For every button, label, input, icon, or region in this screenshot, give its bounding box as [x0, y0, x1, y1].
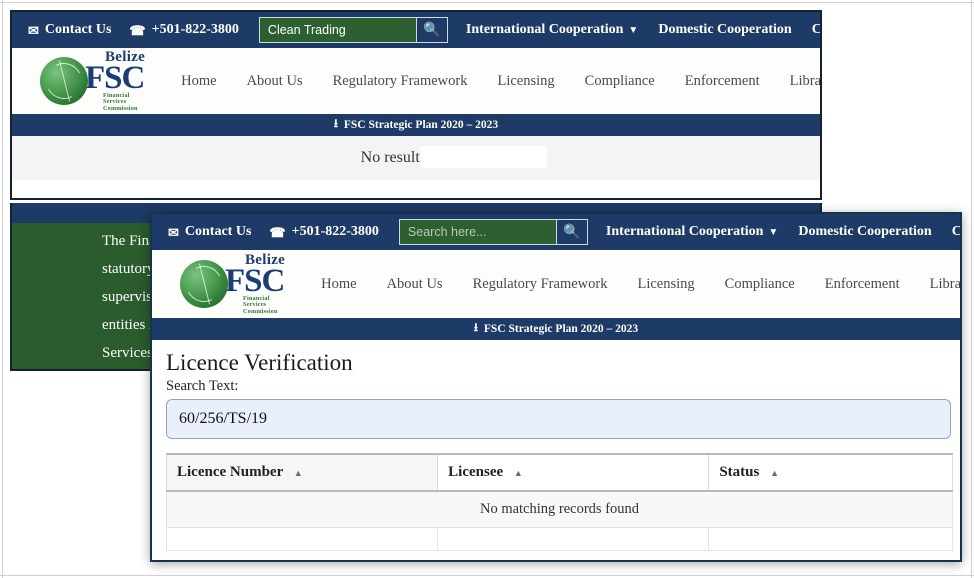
- bg-contact-us-label: Contact Us: [44, 22, 112, 37]
- modal-mainnav-enforcement[interactable]: Enforcement: [825, 276, 900, 293]
- bg-mainnav-enforcement[interactable]: Enforcement: [685, 73, 760, 90]
- bg-nav-career[interactable]: Career: [812, 22, 820, 38]
- page-frame-bottom: [0, 575, 974, 576]
- bg-phone-label: +501-822-3800: [151, 22, 239, 37]
- bg-top-nav: International Cooperation ▼ Domestic Coo…: [466, 22, 820, 38]
- phone-icon: ☎: [129, 22, 146, 38]
- licence-verification-window[interactable]: ✉ Contact Us ☎ +501-822-3800 🔍 Internati…: [150, 212, 962, 562]
- modal-main-nav: Home About Us Regulatory Framework Licen…: [321, 276, 960, 293]
- bg-logo-tagline: Financial Services Commission: [103, 92, 138, 112]
- bg-header-row: Belize FSC Financial Services Commission…: [12, 48, 820, 114]
- chevron-down-icon: ▼: [768, 226, 779, 238]
- modal-utility-bar: ✉ Contact Us ☎ +501-822-3800 🔍 Internati…: [152, 214, 960, 250]
- table-footer-cell-2: [437, 527, 710, 551]
- modal-nav-career[interactable]: Career: [952, 224, 960, 240]
- search-text-label: Search Text:: [166, 378, 239, 394]
- modal-search-box[interactable]: 🔍: [398, 219, 588, 245]
- background-page-window: ✉ Contact Us ☎ +501-822-3800 🔍 Internati…: [10, 10, 822, 200]
- bg-logo-fsc: FSC: [85, 60, 145, 97]
- bg-strategic-plan-label: FSC Strategic Plan 2020 – 2023: [343, 119, 499, 131]
- page-frame-right: [971, 0, 972, 578]
- modal-header-row: Belize FSC Financial Services Commission…: [152, 250, 960, 318]
- envelope-icon: ✉: [28, 22, 39, 38]
- download-icon: ⭳: [333, 117, 338, 130]
- modal-logo-fsc: FSC: [225, 263, 285, 300]
- modal-mainnav-library[interactable]: Library: [930, 276, 960, 293]
- table-row-empty: No matching records found: [166, 490, 953, 528]
- page-frame-top: [0, 2, 974, 3]
- no-matching-records-text: No matching records found: [166, 490, 953, 528]
- sort-asc-icon: ▲: [293, 467, 303, 478]
- redaction-block-top: [420, 146, 547, 168]
- column-header-status[interactable]: Status ▲: [708, 453, 953, 492]
- table-row-footer-spacer: [165, 527, 953, 551]
- bg-main-nav: Home About Us Regulatory Framework Licen…: [181, 73, 820, 90]
- globe-icon: [40, 56, 88, 105]
- bg-nav-domestic-cooperation[interactable]: Domestic Cooperation: [658, 22, 791, 38]
- bg-site-logo[interactable]: Belize FSC Financial Services Commission: [40, 50, 145, 112]
- chevron-down-icon: ▼: [628, 24, 639, 36]
- bg-search-box[interactable]: 🔍: [258, 17, 448, 43]
- search-icon: 🔍: [563, 224, 581, 240]
- bg-search-input[interactable]: [259, 18, 416, 42]
- envelope-icon: ✉: [168, 224, 179, 240]
- modal-mainnav-regulatory-framework[interactable]: Regulatory Framework: [473, 276, 608, 293]
- bg-search-button[interactable]: 🔍: [415, 18, 447, 42]
- sort-asc-icon: ▲: [770, 467, 779, 478]
- licence-verification-content: Licence Verification Search Text: Licenc…: [152, 340, 960, 551]
- phone-icon: ☎: [269, 224, 286, 240]
- bg-phone-link[interactable]: ☎ +501-822-3800: [129, 22, 239, 38]
- modal-phone-link[interactable]: ☎ +501-822-3800: [269, 224, 379, 240]
- modal-strategic-plan-bar[interactable]: ⭳ FSC Strategic Plan 2020 – 2023: [152, 318, 960, 340]
- table-header-row: Licence Number ▲ Licensee ▲ Status ▲: [165, 453, 953, 492]
- modal-phone-label: +501-822-3800: [291, 224, 379, 239]
- modal-nav-domestic-cooperation[interactable]: Domestic Cooperation: [798, 224, 931, 240]
- redaction-block-title: [370, 352, 482, 371]
- modal-mainnav-about-us[interactable]: About Us: [387, 276, 443, 293]
- bg-strategic-plan-bar[interactable]: ⭳ FSC Strategic Plan 2020 – 2023: [12, 114, 820, 136]
- search-text-input[interactable]: [166, 399, 951, 439]
- modal-nav-international-cooperation[interactable]: International Cooperation ▼: [606, 224, 778, 240]
- bg-mainnav-compliance[interactable]: Compliance: [585, 73, 655, 90]
- table-footer-cell-3: [708, 527, 953, 551]
- bg-contact-us-link[interactable]: ✉ Contact Us: [28, 22, 111, 38]
- bg-mainnav-library[interactable]: Library: [790, 73, 820, 90]
- bg-mainnav-home[interactable]: Home: [181, 73, 216, 90]
- modal-contact-us-link[interactable]: ✉ Contact Us: [168, 224, 251, 240]
- page-title: Licence Verification: [166, 350, 950, 376]
- bg-mainnav-licensing[interactable]: Licensing: [497, 73, 554, 90]
- modal-search-button[interactable]: 🔍: [555, 220, 587, 244]
- bg-results-band: No results found.: [12, 136, 820, 180]
- modal-site-logo[interactable]: Belize FSC Financial Services Commission: [180, 253, 285, 315]
- modal-logo-tagline: Financial Services Commission: [243, 295, 278, 315]
- modal-search-input[interactable]: [399, 220, 556, 244]
- bg-utility-bar: ✉ Contact Us ☎ +501-822-3800 🔍 Internati…: [12, 12, 820, 48]
- bg-mainnav-about-us[interactable]: About Us: [247, 73, 303, 90]
- globe-icon: [180, 259, 228, 308]
- bg-mainnav-regulatory-framework[interactable]: Regulatory Framework: [333, 73, 468, 90]
- column-header-licence-number[interactable]: Licence Number ▲: [165, 453, 439, 492]
- table-footer-cell-1: [165, 527, 439, 551]
- download-icon: ⭳: [473, 321, 478, 334]
- sort-asc-icon: ▲: [513, 467, 523, 478]
- search-icon: 🔍: [423, 22, 441, 38]
- licence-results-table: Licence Number ▲ Licensee ▲ Status ▲ No …: [165, 453, 953, 551]
- bg-nav-international-cooperation[interactable]: International Cooperation ▼: [466, 22, 638, 38]
- modal-mainnav-home[interactable]: Home: [321, 276, 356, 293]
- modal-top-nav: International Cooperation ▼ Domestic Coo…: [606, 224, 960, 240]
- column-header-licensee[interactable]: Licensee ▲: [437, 453, 710, 492]
- page-frame-left: [2, 0, 3, 578]
- modal-contact-us-label: Contact Us: [184, 224, 252, 239]
- modal-mainnav-licensing[interactable]: Licensing: [637, 276, 694, 293]
- modal-mainnav-compliance[interactable]: Compliance: [725, 276, 795, 293]
- modal-strategic-plan-label: FSC Strategic Plan 2020 – 2023: [483, 323, 639, 335]
